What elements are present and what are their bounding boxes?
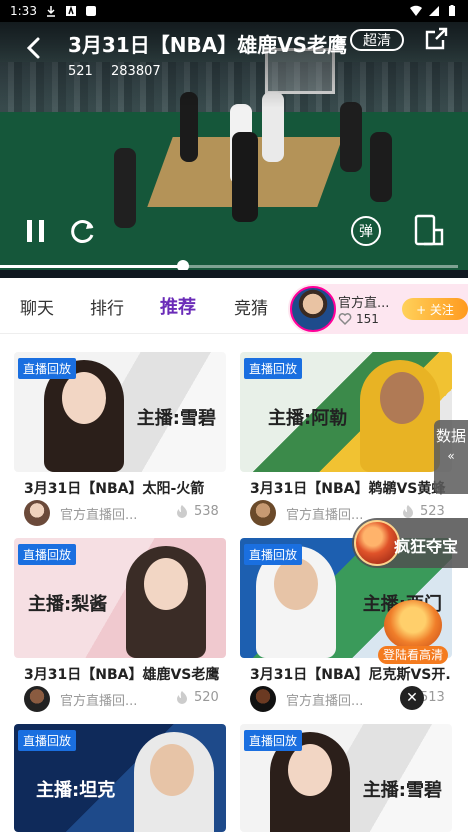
refresh-icon[interactable] <box>68 216 98 246</box>
card-title: 3月31日【NBA】鹈鹕VS黄蜂 <box>250 481 446 497</box>
replay-badge: 直播回放 <box>18 730 77 751</box>
video-stat-b: 283807 <box>111 64 161 79</box>
host-label: 主播:雪碧 <box>136 408 216 429</box>
replay-badge: 直播回放 <box>244 544 303 565</box>
gift-popup[interactable]: 登陆看高清 <box>378 598 448 666</box>
host-label: 主播:阿勒 <box>268 408 348 429</box>
video-card[interactable]: 直播回放 主播:雪碧 <box>240 724 452 832</box>
battery-icon <box>449 5 455 16</box>
pause-icon[interactable] <box>24 218 48 244</box>
card-avatar <box>24 686 50 712</box>
data-side-tab[interactable]: 数据 « <box>434 420 468 494</box>
card-views: 538 <box>194 504 219 519</box>
video-stat-a: 521 <box>68 64 93 79</box>
anchor-card[interactable]: 官方直... 151 + 关注 <box>288 284 468 334</box>
close-gift-button[interactable]: ✕ <box>400 686 424 710</box>
anchor-name: 官方直... <box>338 296 390 311</box>
card-avatar <box>250 686 276 712</box>
danmaku-toggle-button[interactable]: 弹 <box>351 216 381 246</box>
heart-icon <box>338 313 352 326</box>
tab-ranking[interactable]: 排行 <box>90 294 124 319</box>
rotate-screen-icon[interactable] <box>410 214 444 246</box>
card-avatar <box>250 500 276 526</box>
video-player-figure <box>114 148 136 228</box>
treasure-label: 疯狂夺宝 <box>394 537 459 556</box>
anchor-likes: 151 <box>356 312 379 326</box>
square-icon <box>85 6 96 16</box>
anchor-avatar[interactable] <box>290 286 336 332</box>
host-face <box>288 744 332 796</box>
flame-icon <box>403 505 413 518</box>
card-views: 520 <box>194 690 219 705</box>
data-side-label: 数据 <box>435 427 466 445</box>
video-card[interactable]: 直播回放 主播:梨酱 3月31日【NBA】雄鹿VS老鹰 官方直播回... 520 <box>14 538 226 714</box>
flame-icon <box>177 505 187 518</box>
host-face <box>274 558 318 610</box>
status-time: 1:33 <box>10 4 37 18</box>
video-card[interactable]: 直播回放 主播:坦克 <box>14 724 226 832</box>
quality-button[interactable]: 超清 <box>350 29 404 51</box>
status-bar: 1:33 <box>0 0 468 22</box>
treasure-banner[interactable]: 疯狂夺宝 <box>352 518 468 568</box>
video-player-figure <box>370 132 392 202</box>
recommend-grid: 直播回放 主播:雪碧 3月31日【NBA】太阳-火箭 官方直播回... 538 … <box>0 334 468 832</box>
card-title: 3月31日【NBA】雄鹿VS老鹰 <box>24 667 220 683</box>
video-card[interactable]: 直播回放 主播:雪碧 3月31日【NBA】太阳-火箭 官方直播回... 538 <box>14 352 226 528</box>
card-views: 523 <box>420 504 445 519</box>
card-channel: 官方直播回... <box>286 694 364 709</box>
card-thumbnail: 直播回放 主播:阿勒 <box>240 352 452 472</box>
card-thumbnail: 直播回放 主播:雪碧 <box>14 352 226 472</box>
video-player[interactable]: 3月31日【NBA】雄鹿VS老鹰 521 283807 超清 弹 <box>0 22 468 278</box>
host-face <box>150 744 194 796</box>
flame-icon <box>177 691 187 704</box>
card-thumbnail: 直播回放 主播:梨酱 <box>14 538 226 658</box>
replay-badge: 直播回放 <box>244 730 303 751</box>
video-player-figure <box>232 132 258 222</box>
card-channel: 官方直播回... <box>60 694 138 709</box>
tab-chat[interactable]: 聊天 <box>20 294 54 319</box>
progress-bar[interactable] <box>0 265 458 268</box>
follow-button[interactable]: + 关注 <box>402 298 468 320</box>
card-title: 3月31日【NBA】太阳-火箭 <box>24 481 205 497</box>
gift-box-icon <box>384 600 442 650</box>
host-face <box>144 558 188 610</box>
replay-badge: 直播回放 <box>18 544 77 565</box>
app-icon <box>65 5 76 16</box>
video-player-figure <box>340 102 362 172</box>
back-arrow-icon[interactable] <box>22 36 46 60</box>
card-channel: 官方直播回... <box>286 508 364 523</box>
gift-label: 登陆看高清 <box>378 646 448 664</box>
tab-guess[interactable]: 竞猜 <box>234 294 268 319</box>
host-face <box>62 372 106 424</box>
score-ticker <box>0 270 468 278</box>
tab-bar: 聊天 排行 推荐 竞猜 官方直... 151 + 关注 <box>0 278 468 334</box>
card-thumbnail: 直播回放 主播:坦克 <box>14 724 226 832</box>
collapse-arrow-icon: « <box>447 449 455 463</box>
card-title: 3月31日【NBA】尼克斯VS开... <box>250 667 450 683</box>
card-avatar <box>24 500 50 526</box>
download-icon <box>46 6 55 17</box>
card-channel: 官方直播回... <box>60 508 138 523</box>
progress-fill <box>0 265 184 268</box>
share-icon[interactable] <box>423 26 449 52</box>
host-label: 主播:雪碧 <box>362 780 442 801</box>
video-card[interactable]: 直播回放 主播:阿勒 3月31日【NBA】鹈鹕VS黄蜂 官方直播回... 523 <box>240 352 452 528</box>
wifi-icon <box>410 5 422 16</box>
tab-recommended[interactable]: 推荐 <box>160 293 196 319</box>
replay-badge: 直播回放 <box>244 358 303 379</box>
host-label: 主播:坦克 <box>36 780 116 801</box>
replay-badge: 直播回放 <box>18 358 77 379</box>
signal-icon <box>429 6 439 16</box>
host-label: 主播:梨酱 <box>28 594 108 615</box>
host-face <box>380 372 424 424</box>
card-thumbnail: 直播回放 主播:雪碧 <box>240 724 452 832</box>
video-title: 3月31日【NBA】雄鹿VS老鹰 <box>68 33 348 57</box>
